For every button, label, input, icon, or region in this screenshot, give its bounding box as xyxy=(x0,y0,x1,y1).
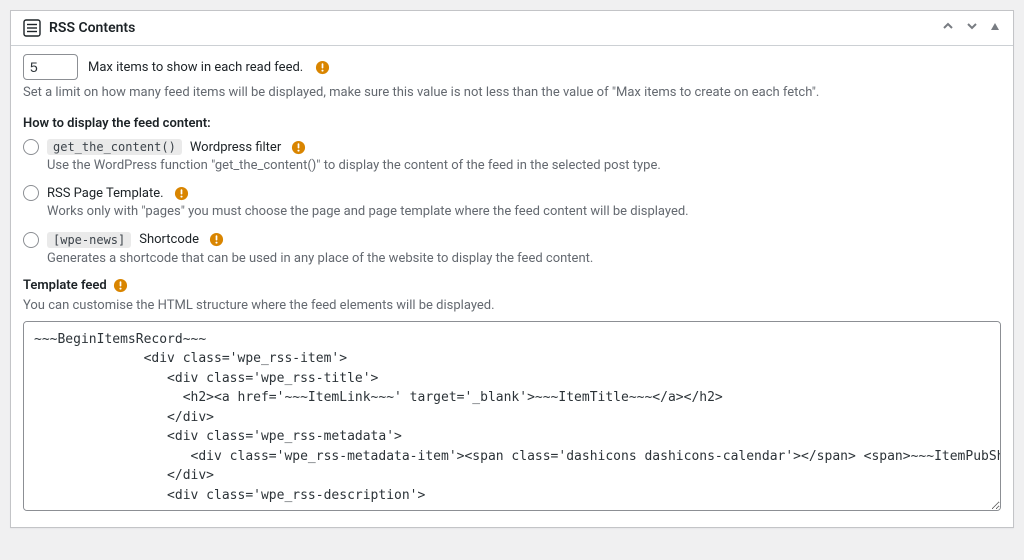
max-items-label: Max items to show in each read feed. xyxy=(88,60,303,75)
warning-icon[interactable] xyxy=(174,186,189,201)
code-pill-get-content: get_the_content() xyxy=(47,139,182,155)
rss-contents-panel: RSS Contents Max items to show in each r… xyxy=(10,10,1014,528)
template-feed-textarea[interactable] xyxy=(23,321,1001,511)
radio-desc-shortcode: Generates a shortcode that can be used i… xyxy=(47,250,1001,268)
radio-desc-get-content: Use the WordPress function "get_the_cont… xyxy=(47,157,1001,175)
radio-desc-page-template: Works only with "pages" you must choose … xyxy=(47,203,1001,221)
max-items-help: Set a limit on how many feed items will … xyxy=(23,84,1001,102)
warning-icon[interactable] xyxy=(113,278,128,293)
rss-list-icon xyxy=(23,19,41,37)
display-mode-group: get_the_content() Wordpress filter Use t… xyxy=(23,139,1001,268)
template-feed-help: You can customise the HTML structure whe… xyxy=(23,297,1001,315)
code-pill-shortcode: [wpe-news] xyxy=(47,232,131,248)
max-items-input[interactable] xyxy=(23,54,78,80)
radio-option-page-template: RSS Page Template. xyxy=(23,185,1001,201)
panel-title: RSS Contents xyxy=(49,20,135,36)
panel-body: Max items to show in each read feed. Set… xyxy=(11,46,1013,527)
warning-icon[interactable] xyxy=(209,232,224,247)
chevron-up-icon[interactable] xyxy=(941,19,955,37)
max-items-row: Max items to show in each read feed. xyxy=(23,54,1001,80)
chevron-down-icon[interactable] xyxy=(965,19,979,37)
warning-icon[interactable] xyxy=(315,60,330,75)
display-mode-label: How to display the feed content: xyxy=(23,116,1001,131)
radio-label-page-template: RSS Page Template. xyxy=(47,186,164,201)
collapse-triangle-icon[interactable] xyxy=(989,20,1001,36)
panel-header-controls xyxy=(941,19,1001,37)
panel-header: RSS Contents xyxy=(11,11,1013,46)
warning-icon[interactable] xyxy=(291,140,306,155)
radio-get-content[interactable] xyxy=(23,139,39,155)
radio-label-shortcode: Shortcode xyxy=(139,232,199,247)
radio-label-get-content: Wordpress filter xyxy=(190,140,281,155)
radio-option-get-content: get_the_content() Wordpress filter xyxy=(23,139,1001,155)
panel-header-left: RSS Contents xyxy=(23,19,135,37)
radio-option-shortcode: [wpe-news] Shortcode xyxy=(23,232,1001,248)
template-feed-label: Template feed xyxy=(23,278,107,293)
template-label-row: Template feed xyxy=(23,278,1001,293)
radio-shortcode[interactable] xyxy=(23,232,39,248)
radio-page-template[interactable] xyxy=(23,185,39,201)
